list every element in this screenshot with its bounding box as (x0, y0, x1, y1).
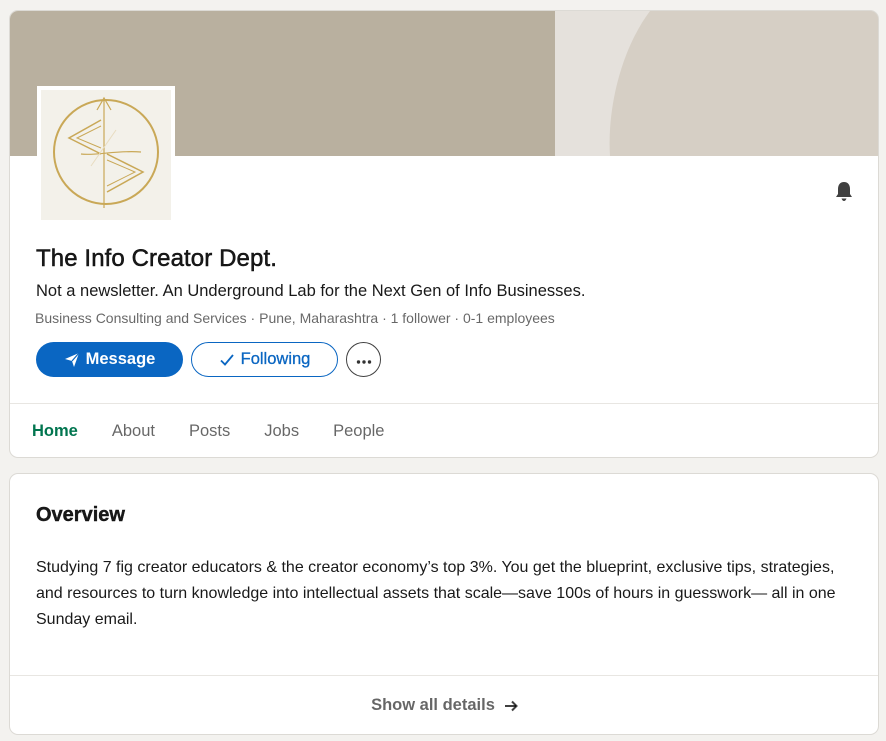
tab-home[interactable]: Home (15, 404, 95, 457)
show-all-details-button[interactable]: Show all details (10, 675, 878, 734)
show-all-label: Show all details (371, 696, 495, 714)
bell-icon[interactable] (832, 179, 856, 203)
company-name: The Info Creator Dept. (36, 245, 277, 273)
more-options-button[interactable] (346, 342, 381, 377)
tab-jobs[interactable]: Jobs (247, 404, 316, 457)
send-icon (64, 352, 80, 368)
overview-card: Overview Studying 7 fig creator educator… (9, 473, 879, 735)
checkmark-icon (219, 352, 235, 368)
tab-posts[interactable]: Posts (172, 404, 247, 457)
company-logo (37, 86, 175, 224)
overview-title: Overview (36, 504, 125, 526)
message-button-label: Message (85, 350, 156, 368)
following-button-label: Following (240, 350, 311, 368)
ellipsis-icon (356, 351, 372, 369)
company-top-card: The Info Creator Dept. Not a newsletter.… (9, 10, 879, 458)
tab-people[interactable]: People (316, 404, 401, 457)
company-meta: Business Consulting and Services · Pune,… (35, 310, 555, 326)
company-tagline: Not a newsletter. An Underground Lab for… (36, 282, 586, 300)
overview-text: Studying 7 fig creator educators & the c… (36, 559, 836, 628)
company-tabs: Home About Posts Jobs People (10, 403, 878, 457)
message-button[interactable]: Message (36, 342, 183, 377)
following-button[interactable]: Following (191, 342, 338, 377)
arrow-right-icon (503, 698, 519, 714)
tab-about[interactable]: About (95, 404, 172, 457)
